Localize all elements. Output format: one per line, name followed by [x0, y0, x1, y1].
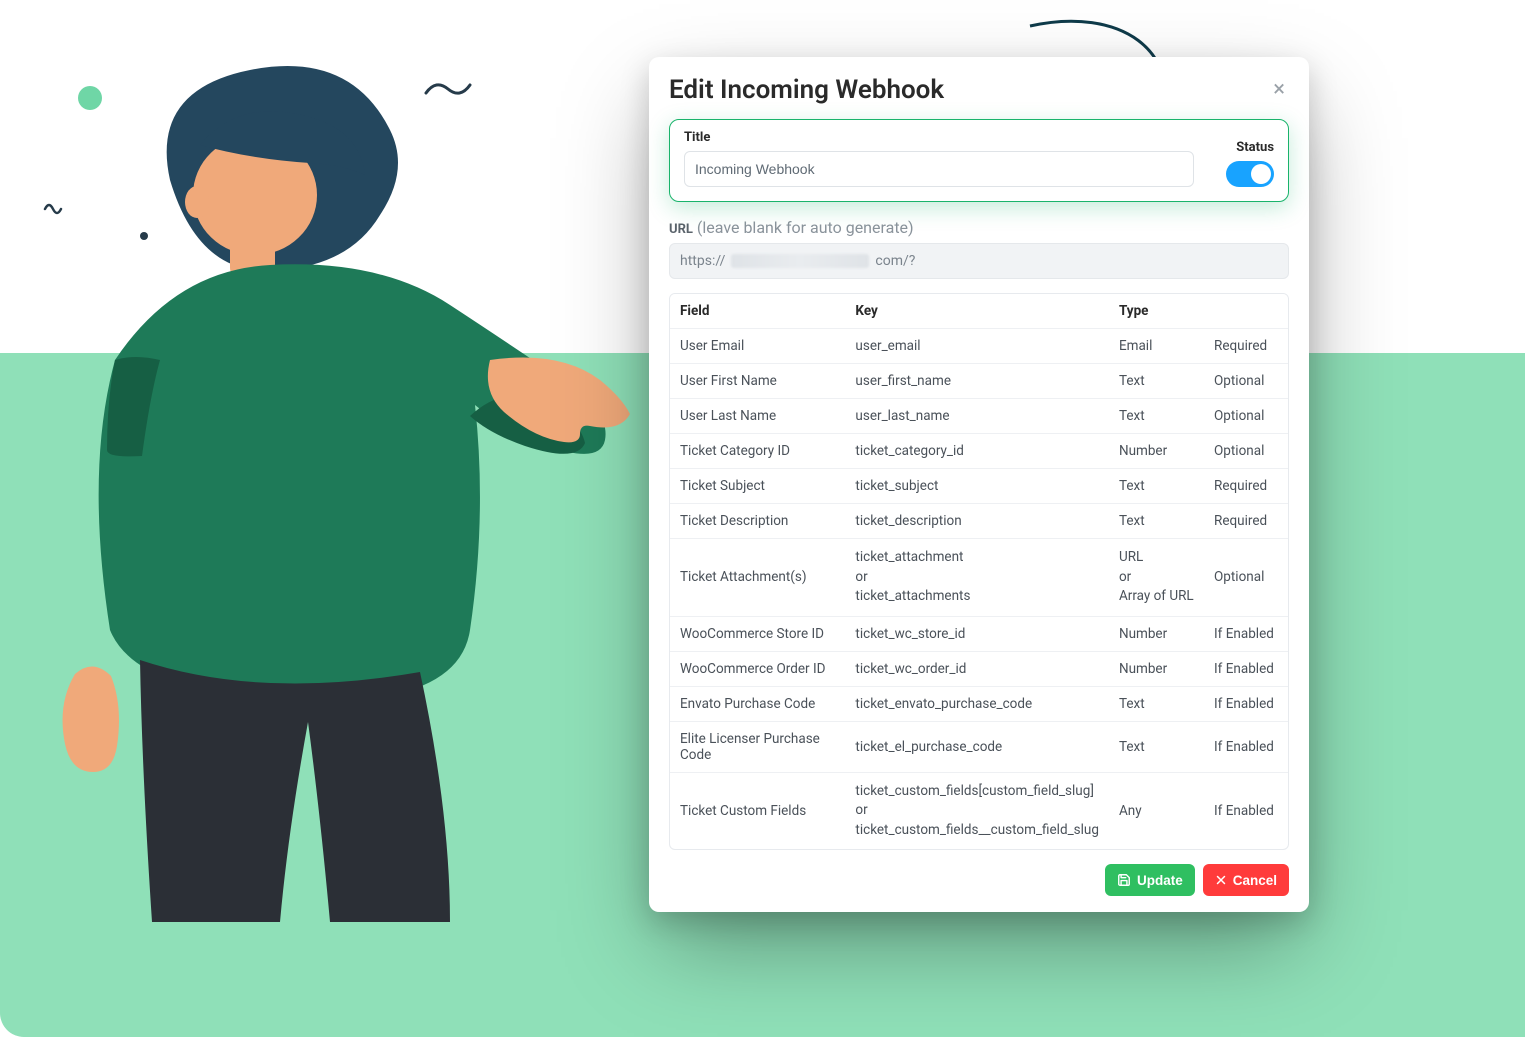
table-cell: Optional	[1204, 539, 1288, 617]
col-field: Field	[670, 294, 845, 329]
table-cell: Text	[1109, 364, 1204, 399]
table-row: WooCommerce Store IDticket_wc_store_idNu…	[670, 616, 1288, 651]
table-cell: ticket_envato_purchase_code	[845, 686, 1109, 721]
table-cell: Required	[1204, 504, 1288, 539]
table-cell: ticket_category_id	[845, 434, 1109, 469]
table-cell: If Enabled	[1204, 721, 1288, 772]
table-row: User Emailuser_emailEmailRequired	[670, 329, 1288, 364]
status-toggle[interactable]	[1226, 161, 1274, 187]
fields-table: Field Key Type User Emailuser_emailEmail…	[669, 293, 1289, 850]
table-cell: Envato Purchase Code	[670, 686, 845, 721]
table-cell: If Enabled	[1204, 686, 1288, 721]
table-cell: ticket_subject	[845, 469, 1109, 504]
table-row: Ticket Descriptionticket_descriptionText…	[670, 504, 1288, 539]
decoration-swirl	[346, 168, 370, 192]
table-cell: user_email	[845, 329, 1109, 364]
table-cell: Email	[1109, 329, 1204, 364]
table-row: User First Nameuser_first_nameTextOption…	[670, 364, 1288, 399]
url-input[interactable]: https:// com/?	[669, 243, 1289, 279]
decoration-dot	[140, 232, 148, 240]
table-cell: Required	[1204, 469, 1288, 504]
table-header-row: Field Key Type	[670, 294, 1288, 329]
table-cell: Any	[1109, 772, 1204, 849]
cancel-button[interactable]: Cancel	[1203, 864, 1289, 896]
update-button-label: Update	[1137, 873, 1183, 888]
table-cell: WooCommerce Order ID	[670, 651, 845, 686]
table-row: User Last Nameuser_last_nameTextOptional	[670, 399, 1288, 434]
table-cell: User Last Name	[670, 399, 845, 434]
table-cell: URL or Array of URL	[1109, 539, 1204, 617]
table-cell: ticket_custom_fields[custom_field_slug] …	[845, 772, 1109, 849]
decoration-sparkle	[490, 288, 508, 306]
table-cell: User Email	[670, 329, 845, 364]
decoration-squiggle	[423, 79, 473, 101]
table-row: Ticket Custom Fieldsticket_custom_fields…	[670, 772, 1288, 849]
table-cell: Number	[1109, 651, 1204, 686]
edit-webhook-modal: Edit Incoming Webhook × Title Status URL…	[649, 57, 1309, 912]
table-cell: ticket_el_purchase_code	[845, 721, 1109, 772]
cancel-icon	[1215, 874, 1227, 886]
table-cell: ticket_attachment or ticket_attachments	[845, 539, 1109, 617]
cancel-button-label: Cancel	[1233, 873, 1277, 888]
table-cell: Ticket Subject	[670, 469, 845, 504]
status-label: Status	[1236, 140, 1274, 155]
table-row: WooCommerce Order IDticket_wc_order_idNu…	[670, 651, 1288, 686]
url-redacted-host	[731, 254, 869, 268]
table-cell: user_first_name	[845, 364, 1109, 399]
table-cell: Text	[1109, 686, 1204, 721]
table-cell: Optional	[1204, 399, 1288, 434]
table-cell: ticket_wc_order_id	[845, 651, 1109, 686]
toggle-knob	[1251, 164, 1271, 184]
url-label: URL (leave blank for auto generate)	[669, 218, 1289, 237]
url-prefix: https://	[680, 253, 725, 269]
table-row: Envato Purchase Codeticket_envato_purcha…	[670, 686, 1288, 721]
table-row: Elite Licenser Purchase Codeticket_el_pu…	[670, 721, 1288, 772]
table-cell: Optional	[1204, 364, 1288, 399]
table-cell: ticket_description	[845, 504, 1109, 539]
table-cell: Elite Licenser Purchase Code	[670, 721, 845, 772]
table-cell: Ticket Custom Fields	[670, 772, 845, 849]
table-cell: Ticket Category ID	[670, 434, 845, 469]
close-icon[interactable]: ×	[1269, 77, 1289, 103]
table-cell: Text	[1109, 721, 1204, 772]
title-label: Title	[684, 130, 1194, 145]
save-icon	[1117, 873, 1131, 887]
url-suffix: com/?	[875, 253, 915, 269]
table-cell: Number	[1109, 434, 1204, 469]
table-cell: WooCommerce Store ID	[670, 616, 845, 651]
title-status-group: Title Status	[669, 119, 1289, 202]
table-cell: Optional	[1204, 434, 1288, 469]
update-button[interactable]: Update	[1105, 864, 1195, 896]
table-cell: ticket_wc_store_id	[845, 616, 1109, 651]
table-cell: If Enabled	[1204, 651, 1288, 686]
col-key: Key	[845, 294, 1109, 329]
table-cell: user_last_name	[845, 399, 1109, 434]
col-type: Type	[1109, 294, 1204, 329]
table-cell: Ticket Description	[670, 504, 845, 539]
modal-title: Edit Incoming Webhook	[669, 75, 944, 105]
table-row: Ticket Attachment(s)ticket_attachment or…	[670, 539, 1288, 617]
decoration-squiggle	[43, 193, 69, 219]
table-cell: Text	[1109, 399, 1204, 434]
table-row: Ticket Category IDticket_category_idNumb…	[670, 434, 1288, 469]
title-input[interactable]	[684, 151, 1194, 187]
decoration-dot	[78, 86, 102, 110]
col-req	[1204, 294, 1288, 329]
table-cell: Text	[1109, 469, 1204, 504]
table-cell: Text	[1109, 504, 1204, 539]
table-cell: Number	[1109, 616, 1204, 651]
table-cell: If Enabled	[1204, 772, 1288, 849]
table-cell: Required	[1204, 329, 1288, 364]
table-row: Ticket Subjectticket_subjectTextRequired	[670, 469, 1288, 504]
table-cell: User First Name	[670, 364, 845, 399]
table-cell: Ticket Attachment(s)	[670, 539, 845, 617]
table-cell: If Enabled	[1204, 616, 1288, 651]
